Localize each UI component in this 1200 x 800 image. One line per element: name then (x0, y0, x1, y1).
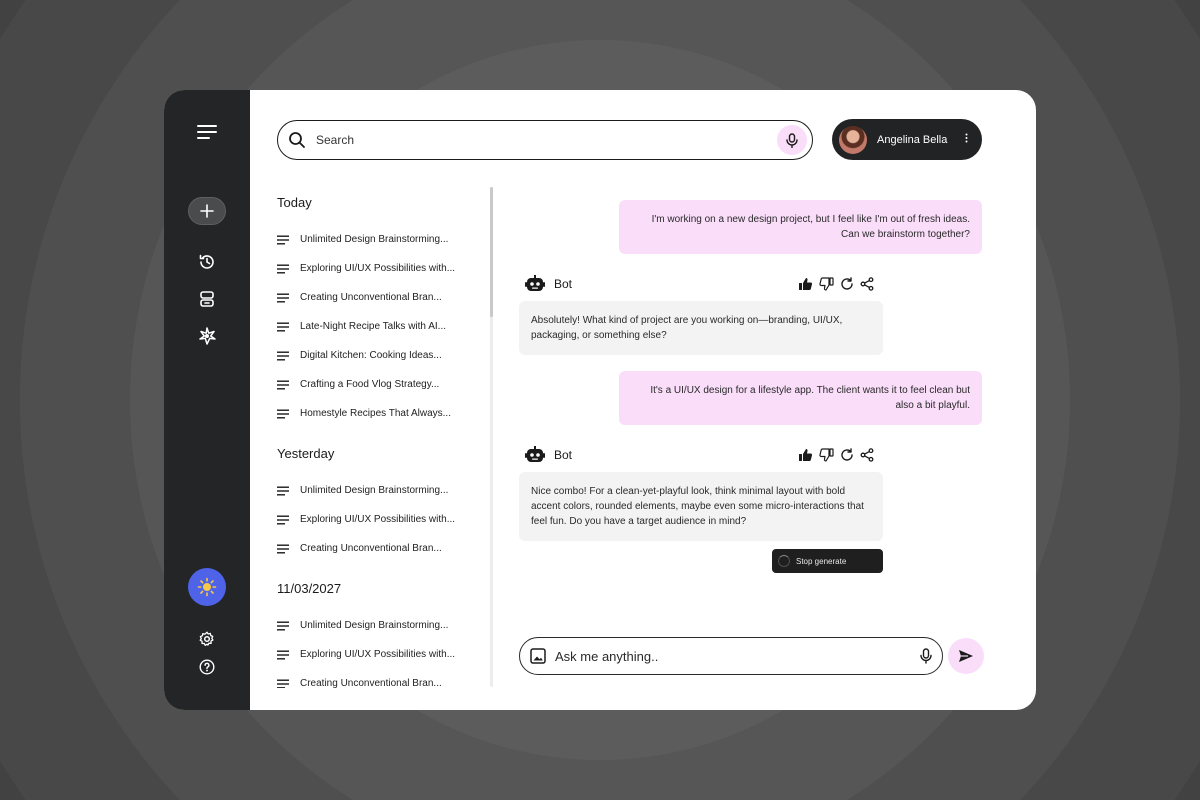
history-item-label: Unlimited Design Brainstorming... (300, 485, 449, 496)
chat-lines-icon (277, 409, 300, 419)
bot-message-actions (798, 444, 874, 466)
stop-generate-button[interactable]: Stop generate (772, 549, 883, 573)
history-item[interactable]: Exploring UI/UX Possibilities with... (277, 640, 477, 669)
left-rail (164, 90, 250, 710)
message-composer (519, 637, 943, 675)
bot-message-actions (798, 273, 874, 295)
history-item-label: Late-Night Recipe Talks with AI... (300, 321, 446, 332)
history-item[interactable]: Creating Unconventional Bran... (277, 283, 477, 312)
user-message: I'm working on a new design project, but… (619, 200, 982, 254)
share-icon[interactable] (860, 448, 874, 462)
history-group-title: Today (277, 195, 312, 210)
history-group-title: 11/03/2027 (277, 581, 342, 596)
bot-name: Bot (554, 277, 573, 291)
chat-lines-icon (277, 486, 300, 496)
new-chat-button[interactable] (188, 197, 226, 225)
history-item-label: Creating Unconventional Bran... (300, 678, 442, 688)
history-item-label: Homestyle Recipes That Always... (300, 408, 451, 419)
stop-generate-label: Stop generate (796, 556, 847, 566)
history-item[interactable]: Creating Unconventional Bran... (277, 669, 477, 688)
scrollbar-thumb[interactable] (490, 187, 493, 317)
microphone-icon[interactable] (920, 648, 932, 664)
send-button[interactable] (948, 638, 984, 674)
menu-icon[interactable] (195, 123, 219, 141)
loading-spinner-icon (778, 555, 790, 567)
history-scrollbar[interactable] (490, 187, 493, 687)
chat-lines-icon (277, 380, 300, 390)
history-item[interactable]: Digital Kitchen: Cooking Ideas... (277, 341, 477, 370)
avatar (839, 125, 867, 154)
history-item-label: Creating Unconventional Bran... (300, 292, 442, 303)
more-vertical-icon[interactable] (965, 133, 968, 146)
chat-lines-icon (277, 293, 300, 303)
bot-message: Nice combo! For a clean-yet-playful look… (519, 472, 883, 541)
chat-lines-icon (277, 621, 300, 631)
image-upload-icon[interactable] (530, 648, 546, 664)
chat-lines-icon (277, 515, 300, 525)
chat-lines-icon (277, 650, 300, 660)
history-item-label: Exploring UI/UX Possibilities with... (300, 514, 456, 525)
bot-header: Bot (525, 444, 572, 466)
history-icon[interactable] (197, 252, 217, 272)
history-item[interactable]: Exploring UI/UX Possibilities with... (277, 505, 477, 534)
chat-lines-icon (277, 544, 300, 554)
plus-icon (200, 204, 214, 218)
user-message: It's a UI/UX design for a lifestyle app.… (619, 371, 982, 425)
help-icon[interactable] (198, 658, 216, 676)
chat-lines-icon (277, 264, 300, 274)
sun-icon (197, 577, 217, 597)
history-item[interactable]: Creating Unconventional Bran... (277, 534, 477, 563)
microphone-icon (786, 132, 798, 148)
message-input[interactable] (555, 648, 920, 664)
regenerate-icon[interactable] (840, 277, 854, 291)
history-item[interactable]: Unlimited Design Brainstorming... (277, 476, 477, 505)
chat-app-window: Search Angelina Bella Today Unlimited Des… (164, 90, 1036, 710)
history-item-label: Unlimited Design Brainstorming... (300, 620, 449, 631)
history-item[interactable]: Crafting a Food Vlog Strategy... (277, 370, 477, 399)
main-area: Search Angelina Bella Today Unlimited Des… (250, 90, 1036, 710)
settings-icon[interactable] (198, 630, 216, 648)
bot-header: Bot (525, 273, 572, 295)
chat-lines-icon (277, 351, 300, 361)
chat-history-list: Today Unlimited Design Brainstorming... Ex… (277, 188, 477, 688)
history-item-label: Creating Unconventional Bran... (300, 543, 442, 554)
history-item-label: Unlimited Design Brainstorming... (300, 234, 449, 245)
bot-message: Absolutely! What kind of project are you… (519, 301, 883, 355)
history-group-title: Yesterday (277, 446, 335, 461)
chat-lines-icon (277, 322, 300, 332)
theme-toggle-button[interactable] (188, 568, 226, 606)
share-icon[interactable] (860, 277, 874, 291)
search-input[interactable]: Search (316, 133, 777, 147)
sparkle-icon[interactable] (197, 326, 217, 346)
history-item[interactable]: Unlimited Design Brainstorming... (277, 611, 477, 640)
history-item[interactable]: Late-Night Recipe Talks with AI... (277, 312, 477, 341)
bot-avatar-icon (525, 274, 545, 291)
regenerate-icon[interactable] (840, 448, 854, 462)
bot-icon[interactable] (197, 289, 217, 309)
chat-lines-icon (277, 679, 300, 688)
bot-avatar-icon (525, 445, 545, 462)
history-item-label: Exploring UI/UX Possibilities with... (300, 649, 456, 660)
thumbs-down-icon[interactable] (819, 448, 834, 462)
search-icon (289, 132, 305, 148)
search-mic-button[interactable] (777, 125, 807, 155)
chat-lines-icon (277, 235, 300, 245)
profile-chip[interactable]: Angelina Bella (832, 119, 982, 160)
search-bar[interactable]: Search (277, 120, 813, 160)
history-item-label: Crafting a Food Vlog Strategy... (300, 379, 440, 390)
bot-name: Bot (554, 448, 573, 462)
history-item[interactable]: Homestyle Recipes That Always... (277, 399, 477, 428)
send-icon (959, 650, 973, 662)
thumbs-up-icon[interactable] (798, 277, 813, 291)
profile-name: Angelina Bella (877, 133, 948, 146)
history-item-label: Digital Kitchen: Cooking Ideas... (300, 350, 442, 361)
history-item[interactable]: Unlimited Design Brainstorming... (277, 225, 477, 254)
history-item-label: Exploring UI/UX Possibilities with... (300, 263, 456, 274)
thumbs-up-icon[interactable] (798, 448, 813, 462)
thumbs-down-icon[interactable] (819, 277, 834, 291)
history-item[interactable]: Exploring UI/UX Possibilities with... (277, 254, 477, 283)
